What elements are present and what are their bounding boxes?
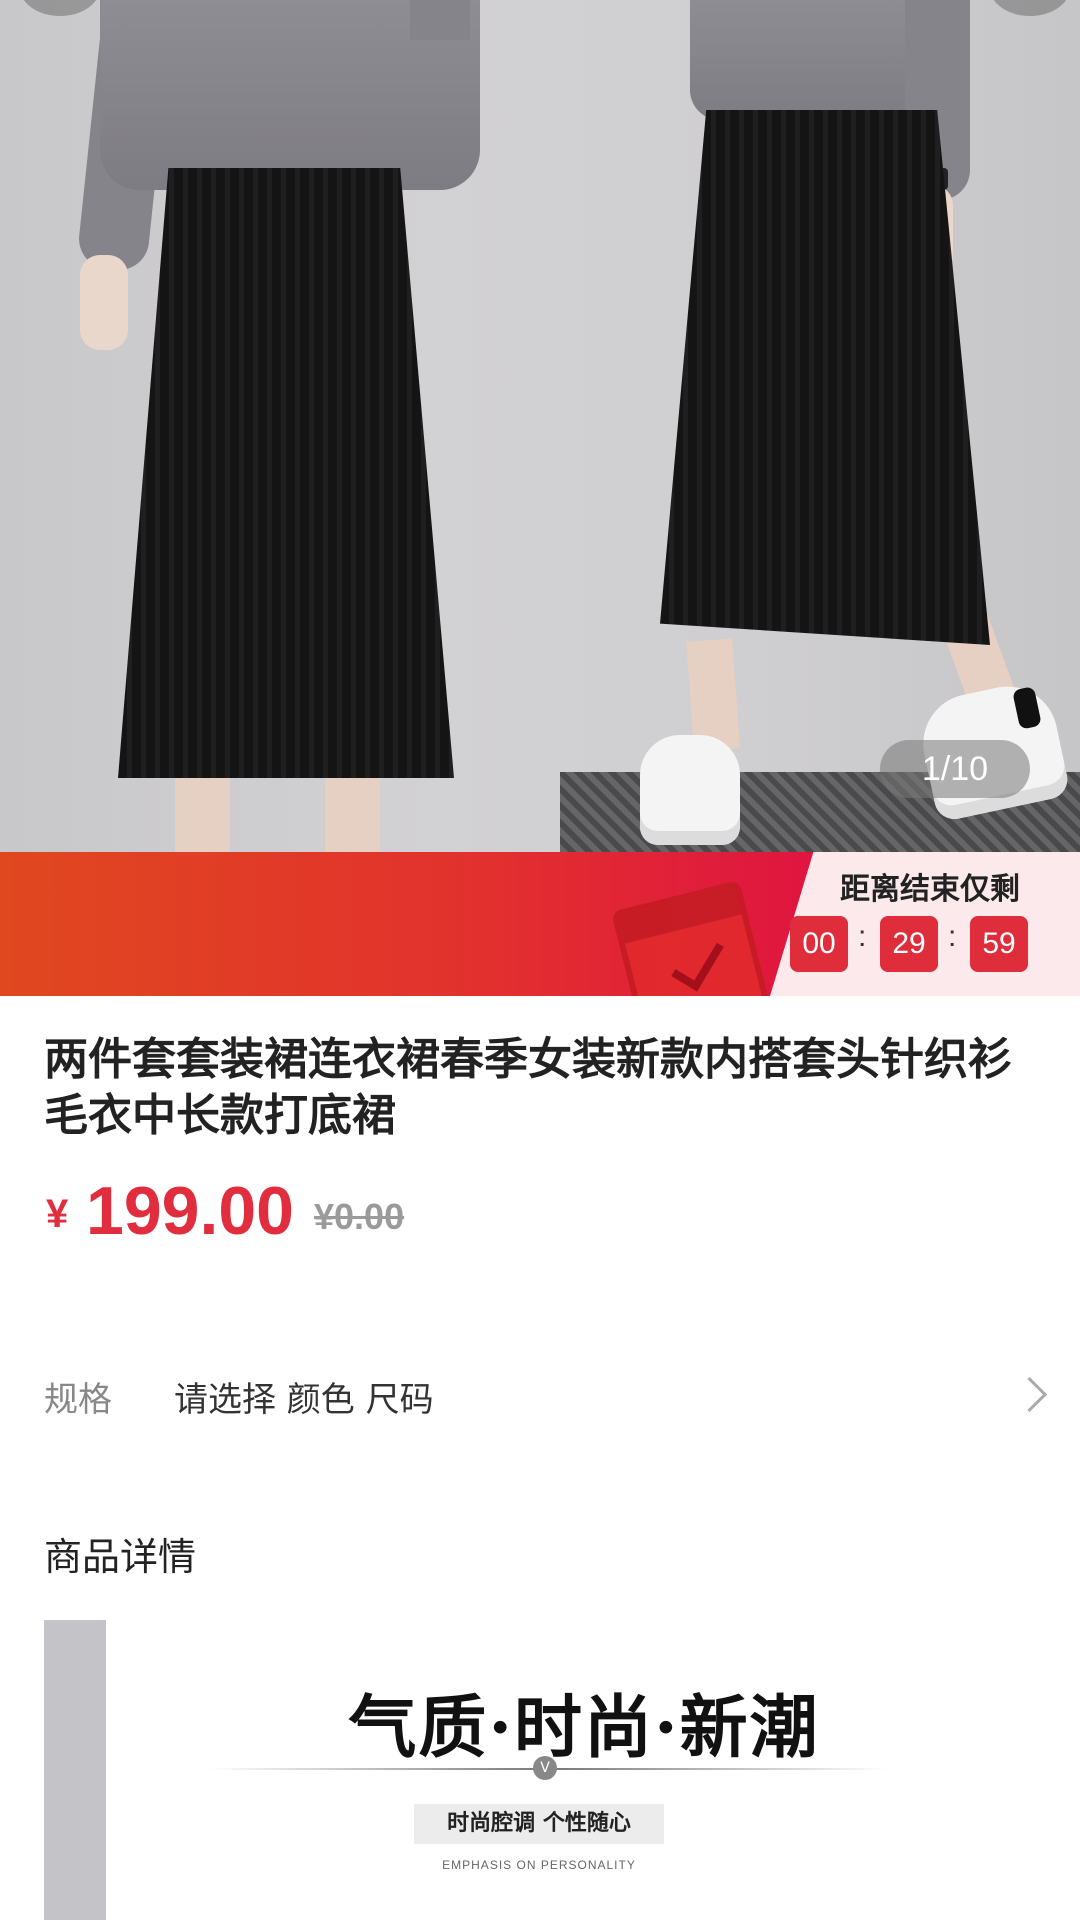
spec-label: 规格	[44, 1380, 112, 1420]
spec-value: 请选择 颜色 尺码	[174, 1380, 434, 1420]
top-right-overlay-button[interactable]	[990, 0, 1070, 16]
countdown-seconds: 59	[970, 916, 1028, 972]
divider-mark-icon: V	[533, 1756, 557, 1780]
price-currency: ¥	[46, 1192, 69, 1236]
countdown-hours: 00	[790, 916, 848, 972]
model-left-leg	[325, 778, 380, 852]
carousel-page-indicator: 1/10	[880, 740, 1030, 798]
countdown-separator: :	[858, 920, 867, 953]
countdown-minutes: 29	[880, 916, 938, 972]
detail-side-bar	[44, 1620, 106, 1920]
product-info-card: 两件套套装裙连衣裙春季女装新款内搭套头针织衫毛衣中长款打底裙 ¥ 199.00 …	[0, 996, 1080, 1302]
top-left-overlay-button[interactable]	[20, 0, 100, 16]
product-detail-page: 1/10 距离结束仅剩 00 : 29 : 59 两件套套装裙连衣裙春季女装新款…	[0, 0, 1080, 1920]
model-right-skirt	[660, 110, 990, 645]
current-price: 199.00	[86, 1173, 294, 1249]
spec-selector-row[interactable]: 规格 请选择 颜色 尺码	[0, 1330, 1080, 1460]
detail-banner-image: 气质·时尚·新潮 V 时尚腔调 个性随心 EMPHASIS ON PERSONA…	[44, 1620, 1040, 1920]
countdown-label: 距离结束仅剩	[840, 872, 1020, 907]
sneaker-icon	[640, 735, 740, 845]
detail-headline: 气质·时尚·新潮	[348, 1688, 820, 1768]
chevron-right-icon	[1011, 1376, 1048, 1413]
model-left-leg	[175, 778, 230, 852]
countdown-separator: :	[948, 920, 957, 953]
product-image-carousel[interactable]: 1/10	[0, 0, 1080, 852]
product-title: 两件套套装裙连衣裙春季女装新款内搭套头针织衫毛衣中长款打底裙	[44, 1034, 1012, 1141]
detail-tagline: 时尚腔调 个性随心	[414, 1804, 664, 1844]
check-icon	[671, 931, 724, 992]
product-details-section: 商品详情 气质·时尚·新潮 V 时尚腔调 个性随心 EMPHASIS ON PE…	[0, 1490, 1080, 1920]
model-left-hand	[80, 255, 128, 350]
original-price: ¥0.00	[314, 1196, 405, 1237]
flash-sale-banner: 距离结束仅剩 00 : 29 : 59	[0, 852, 1080, 996]
details-section-title: 商品详情	[44, 1535, 197, 1579]
model-left-skirt	[118, 168, 454, 778]
detail-subline: EMPHASIS ON PERSONALITY	[442, 1858, 636, 1872]
model-left-arm-right	[410, 0, 470, 40]
